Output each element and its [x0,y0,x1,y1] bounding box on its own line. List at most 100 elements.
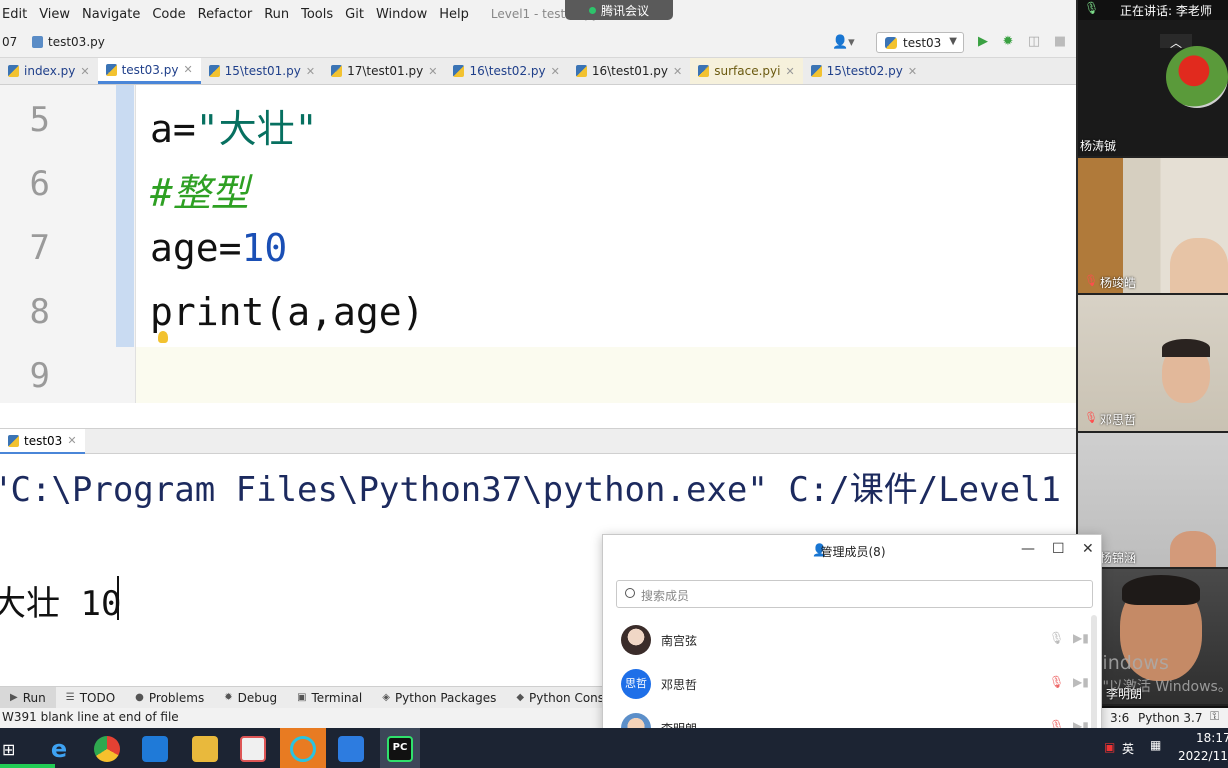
folder-icon[interactable] [192,736,218,762]
close-icon[interactable]: ✕ [67,434,76,452]
run-tab-test03[interactable]: test03 ✕ [0,429,85,454]
lock-icon[interactable]: ⚿ [1210,709,1219,724]
debug-icon[interactable]: ✹ [1000,34,1016,50]
start-icon[interactable]: ⊞ [2,740,15,759]
video-tile[interactable]: 🎙 邓思哲 [1078,295,1228,433]
user-icon[interactable]: 👤▾ [832,35,855,50]
status-bar-right: 3:6 Python 3.7 ⚿ [1100,708,1228,728]
member-item[interactable]: 思哲 邓思哲 🎙 ▶▮ [621,669,1091,709]
tab-label: 16\test01.py [591,64,669,78]
camera-icon[interactable]: ▶▮ [1073,675,1089,689]
menu-run[interactable]: Run [258,7,295,22]
tool-problems[interactable]: ● Problems [125,687,214,708]
bug-icon: ✹ [224,692,233,703]
tool-run[interactable]: ▶ Run [0,687,56,708]
info-icon: ● [135,692,144,703]
menu-view[interactable]: View [33,7,76,22]
code-line-5[interactable]: a="大壮" [150,98,318,153]
close-icon[interactable]: ✕ [673,65,682,78]
tool-debug[interactable]: ✹ Debug [214,687,287,708]
tool-todo[interactable]: ☰ TODO [56,687,125,708]
code-text: a= [150,107,196,151]
mic-icon[interactable]: 🎙 [1049,631,1064,645]
security-icon[interactable]: ▣ [1104,740,1115,754]
mic-muted-icon: 🎙 [1084,411,1098,424]
breadcrumb-folder[interactable]: 07 [2,35,17,49]
tool-python-packages[interactable]: ◈ Python Packages [372,687,506,708]
app-icon[interactable] [338,736,364,762]
run-config-label: test03 [903,36,942,50]
edge-icon[interactable]: e [46,736,72,762]
clock-time[interactable]: 18:17 [1196,731,1228,745]
clock-date[interactable]: 2022/11/ [1178,749,1228,763]
member-item[interactable]: 南宫弦 🎙 ▶▮ [621,625,1091,665]
tool-terminal[interactable]: ▣ Terminal [287,687,372,708]
camera-icon[interactable]: ▶▮ [1073,631,1089,645]
lightbulb-icon[interactable] [158,331,168,343]
app-icon[interactable] [142,736,168,762]
breadcrumb-file[interactable]: test03.py [48,35,105,49]
video-tile[interactable]: ︿ 杨涛铖 [1078,20,1228,158]
tab-surface-pyi[interactable]: surface.pyi ✕ [690,58,803,84]
participant-name: 杨涛铖 [1080,139,1117,153]
menu-tools[interactable]: Tools [295,7,339,22]
stop-icon[interactable]: ■ [1052,34,1068,50]
ime-indicator[interactable]: 英 [1122,740,1134,757]
close-icon[interactable]: ✕ [306,65,315,78]
maximize-icon[interactable]: ☐ [1052,541,1065,557]
number-literal: 10 [241,226,288,270]
console-command: "C:\Program Files\Python37\python.exe" C… [0,470,1062,510]
close-icon[interactable]: ✕ [183,63,192,76]
tab-16-test01-py[interactable]: 16\test01.py ✕ [568,58,690,84]
current-line-highlight [136,347,1076,403]
string-literal: "大壮" [195,107,318,151]
menu-git[interactable]: Git [339,7,370,22]
run-tab-label: test03 [24,434,63,448]
python-file-icon [810,65,822,77]
close-icon[interactable]: ✕ [785,65,794,78]
play-icon: ▶ [10,692,18,703]
close-icon[interactable]: ✕ [1082,541,1094,557]
code-text: print(a,age) [150,290,425,334]
status-message: W391 blank line at end of file [2,710,179,724]
close-icon[interactable]: ✕ [80,65,89,78]
tab-15-test02-py[interactable]: 15\test02.py ✕ [803,58,925,84]
video-tile[interactable]: 🎙 杨竣皓 [1078,158,1228,295]
tab-16-test02-py[interactable]: 16\test02.py ✕ [445,58,567,84]
chrome-icon[interactable] [94,736,120,762]
menu-refactor[interactable]: Refactor [192,7,259,22]
run-icon[interactable]: ▶ [975,34,991,50]
menu-window[interactable]: Window [370,7,433,22]
cursor-position[interactable]: 3:6 [1110,711,1129,725]
run-config-select[interactable]: test03 ▼ [876,32,964,53]
python-file-icon [32,36,43,48]
avatar: 思哲 [621,669,651,699]
tool-label: Problems [148,690,205,705]
interpreter-label[interactable]: Python 3.7 [1138,711,1203,725]
editor-tabs: index.py ✕ test03.py ✕ 15\test01.py ✕ 17\te… [0,58,1076,85]
close-icon[interactable]: ✕ [908,65,917,78]
tab-label: 17\test01.py [347,64,424,78]
menu-help[interactable]: Help [433,7,475,22]
tab-15-test01-py[interactable]: 15\test01.py ✕ [201,58,323,84]
menu-edit[interactable]: Edit [0,7,33,22]
code-line-6[interactable]: #整型 [150,162,249,217]
avatar [621,625,651,655]
member-search-input[interactable]: 搜索成员 [616,580,1093,608]
close-icon[interactable]: ✕ [551,65,560,78]
minimize-icon[interactable]: — [1021,541,1035,557]
close-icon[interactable]: ✕ [428,65,437,78]
menu-code[interactable]: Code [146,7,191,22]
search-icon [625,588,635,598]
app-icon[interactable] [240,736,266,762]
code-line-8[interactable]: print(a,age) [150,290,425,334]
mic-muted-icon[interactable]: 🎙 [1049,675,1064,689]
tab-test03-py[interactable]: test03.py ✕ [97,58,201,84]
menu-navigate[interactable]: Navigate [76,7,146,22]
meeting-indicator[interactable]: 腾讯会议 [565,0,673,20]
coverage-icon[interactable]: ◫ [1026,34,1042,50]
code-line-7[interactable]: age=10 [150,226,287,270]
tab-17-test01-py[interactable]: 17\test01.py ✕ [323,58,445,84]
keyboard-icon[interactable]: ▦ [1150,738,1161,752]
tab-index-py[interactable]: index.py ✕ [0,58,98,84]
